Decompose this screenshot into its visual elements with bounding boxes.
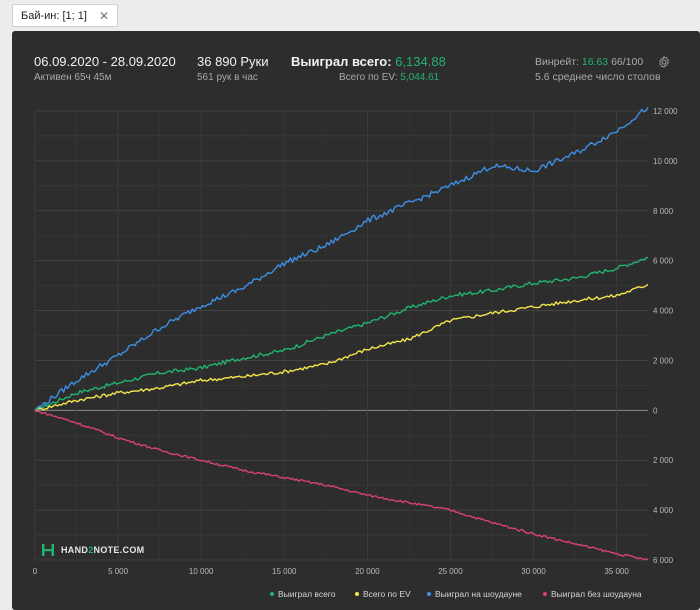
- hand2note-logo: HAND 2 NOTE.COM: [41, 543, 144, 557]
- close-icon[interactable]: ✕: [99, 10, 109, 22]
- logo-text-left: HAND: [61, 545, 89, 555]
- legend-dot-blue: [427, 592, 431, 596]
- legend-item-showdown[interactable]: Выиграл на шоудауне: [427, 589, 522, 599]
- winrate: Винрейт: 16.63 66/100: [535, 56, 643, 68]
- logo-text-right: NOTE.COM: [93, 545, 145, 555]
- legend-item-ev[interactable]: Всего по EV: [355, 589, 411, 599]
- legend-item-won-total[interactable]: Выиграл всего: [270, 589, 335, 599]
- tab-buyin[interactable]: Бай-ин: [1; 1] ✕: [12, 4, 118, 27]
- active-time: Активен 65ч 45м: [34, 72, 112, 83]
- tab-label: Бай-ин: [1; 1]: [21, 9, 87, 22]
- legend-label: Выиграл без шоудауна: [551, 589, 642, 599]
- legend-label: Всего по EV: [363, 589, 411, 599]
- ev-label: Всего по EV:: [339, 72, 398, 83]
- won-total-value: 6,134.88: [395, 54, 446, 69]
- ev-value: 5,044.61: [400, 72, 440, 83]
- legend-label: Выиграл на шоудауне: [435, 589, 522, 599]
- legend-dot-red: [543, 592, 547, 596]
- legend-dot-green: [270, 592, 274, 596]
- won-total: Выиграл всего: 6,134.88: [291, 54, 446, 69]
- date-range: 06.09.2020 - 28.09.2020: [34, 54, 176, 69]
- winrate-value: 16.63: [581, 56, 609, 68]
- legend-item-non-showdown[interactable]: Выиграл без шоудауна: [543, 589, 642, 599]
- logo-icon: [42, 544, 54, 556]
- graph-panel: [12, 31, 700, 610]
- won-total-label: Выиграл всего:: [291, 54, 392, 69]
- gear-icon[interactable]: [657, 55, 671, 69]
- legend-dot-yellow: [355, 592, 359, 596]
- hands-count: 36 890 Руки: [197, 54, 269, 69]
- winrate-suffix: 66/100: [611, 56, 644, 68]
- ev-total: Всего по EV: 5,044.61: [339, 72, 439, 83]
- avg-tables: 5.6 среднее число столов: [535, 71, 661, 83]
- winrate-label: Винрейт:: [535, 56, 579, 68]
- legend-label: Выиграл всего: [278, 589, 336, 599]
- hands-per-hour: 561 рук в час: [197, 72, 258, 83]
